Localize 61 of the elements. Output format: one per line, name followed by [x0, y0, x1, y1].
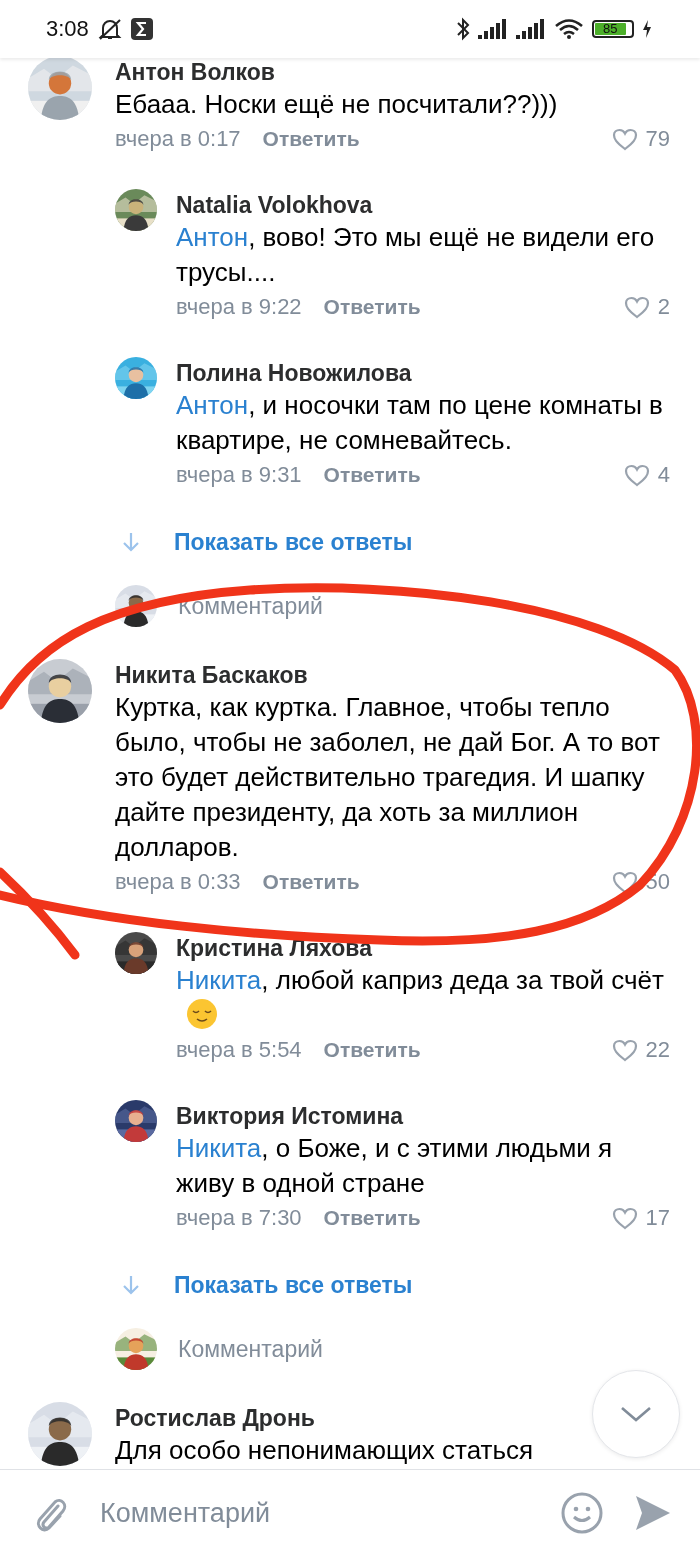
comment-time: вчера в 0:33 [115, 869, 241, 895]
signal-icon [478, 19, 508, 39]
comment-text: Никита, любой каприз деда за твой счёт [176, 963, 670, 1033]
smile-icon[interactable] [560, 1491, 604, 1535]
author-name[interactable]: Кристина Ляхова [176, 934, 372, 962]
comment-time: вчера в 0:17 [115, 126, 241, 152]
comment-field[interactable]: Комментарий [178, 592, 323, 620]
author-name[interactable]: Антон Волков [115, 58, 275, 86]
mention-link[interactable]: Никита [176, 1133, 262, 1163]
bluetooth-icon [456, 17, 470, 41]
status-time: 3:08 [46, 16, 89, 42]
mention-link[interactable]: Никита [176, 965, 262, 995]
reply-button[interactable]: Ответить [323, 1038, 421, 1062]
show-replies-button[interactable]: Показать все ответы [174, 1271, 413, 1299]
like-count: 17 [645, 1205, 670, 1231]
author-name[interactable]: Ростислав Дронь [115, 1404, 315, 1432]
down-arrow-icon [122, 531, 140, 553]
muted-bell-icon [96, 17, 123, 41]
wifi-icon [554, 18, 584, 40]
like-count: 22 [645, 1037, 670, 1063]
comment-field[interactable]: Комментарий [178, 1335, 323, 1363]
comment-text: Куртка, как куртка. Главное, чтобы тепло было, чтобы не заболел, не дай Бог. А то вот это будет действительно трагедия. И шапку дайте президенту, да хоть за миллион долларов. [115, 691, 661, 864]
like-count: 2 [657, 294, 670, 320]
chevron-down-icon [619, 1404, 653, 1424]
comment-time: вчера в 9:31 [176, 462, 302, 488]
heart-icon[interactable] [611, 127, 638, 151]
author-name[interactable]: Виктория Истомина [176, 1102, 404, 1130]
heart-icon[interactable] [611, 870, 638, 894]
heart-icon[interactable] [611, 1038, 638, 1062]
reply-button[interactable]: Ответить [323, 1206, 421, 1230]
comment-text: Ебааа. Носки ещё не посчитали??))) [115, 88, 559, 121]
comment-text: Никита, о Боже, и с этими людьми я живу в одной стране [176, 1132, 614, 1200]
reply-button[interactable]: Ответить [323, 463, 421, 487]
comment-text: Для особо непонимающих статься [115, 1434, 535, 1467]
author-name[interactable]: Natalia Volokhova [176, 191, 373, 219]
comment-time: вчера в 5:54 [176, 1037, 302, 1063]
mention-link[interactable]: Антон [176, 390, 249, 420]
mention-link[interactable]: Антон [176, 222, 249, 252]
heart-icon[interactable] [623, 463, 650, 487]
heart-icon[interactable] [611, 1206, 638, 1230]
like-count: 79 [645, 126, 670, 152]
reply-button[interactable]: Ответить [262, 127, 360, 151]
comment-time: вчера в 9:22 [176, 294, 302, 320]
reply-button[interactable]: Ответить [262, 870, 360, 894]
emoji-icon [186, 998, 218, 1030]
like-count: 4 [657, 462, 670, 488]
comment-text: Антон, вово! Это мы ещё не видели его трусы.... [176, 221, 656, 289]
show-replies-button[interactable]: Показать все ответы [174, 528, 413, 556]
charging-icon [642, 19, 652, 39]
comment-text: Антон, и носочки там по цене комнаты в квартире, не сомневайтесь. [176, 389, 664, 457]
app-icon [130, 18, 153, 40]
down-arrow-icon [122, 1274, 140, 1296]
signal-icon [516, 19, 546, 39]
reply-button[interactable]: Ответить [323, 295, 421, 319]
heart-icon[interactable] [623, 295, 650, 319]
send-icon[interactable] [634, 1494, 672, 1532]
comment-time: вчера в 7:30 [176, 1205, 302, 1231]
author-name[interactable]: Полина Новожилова [176, 359, 412, 387]
author-name[interactable]: Никита Баскаков [115, 661, 308, 689]
battery-icon: 85 [592, 20, 634, 38]
comment-input[interactable]: Комментарий [98, 1496, 530, 1530]
